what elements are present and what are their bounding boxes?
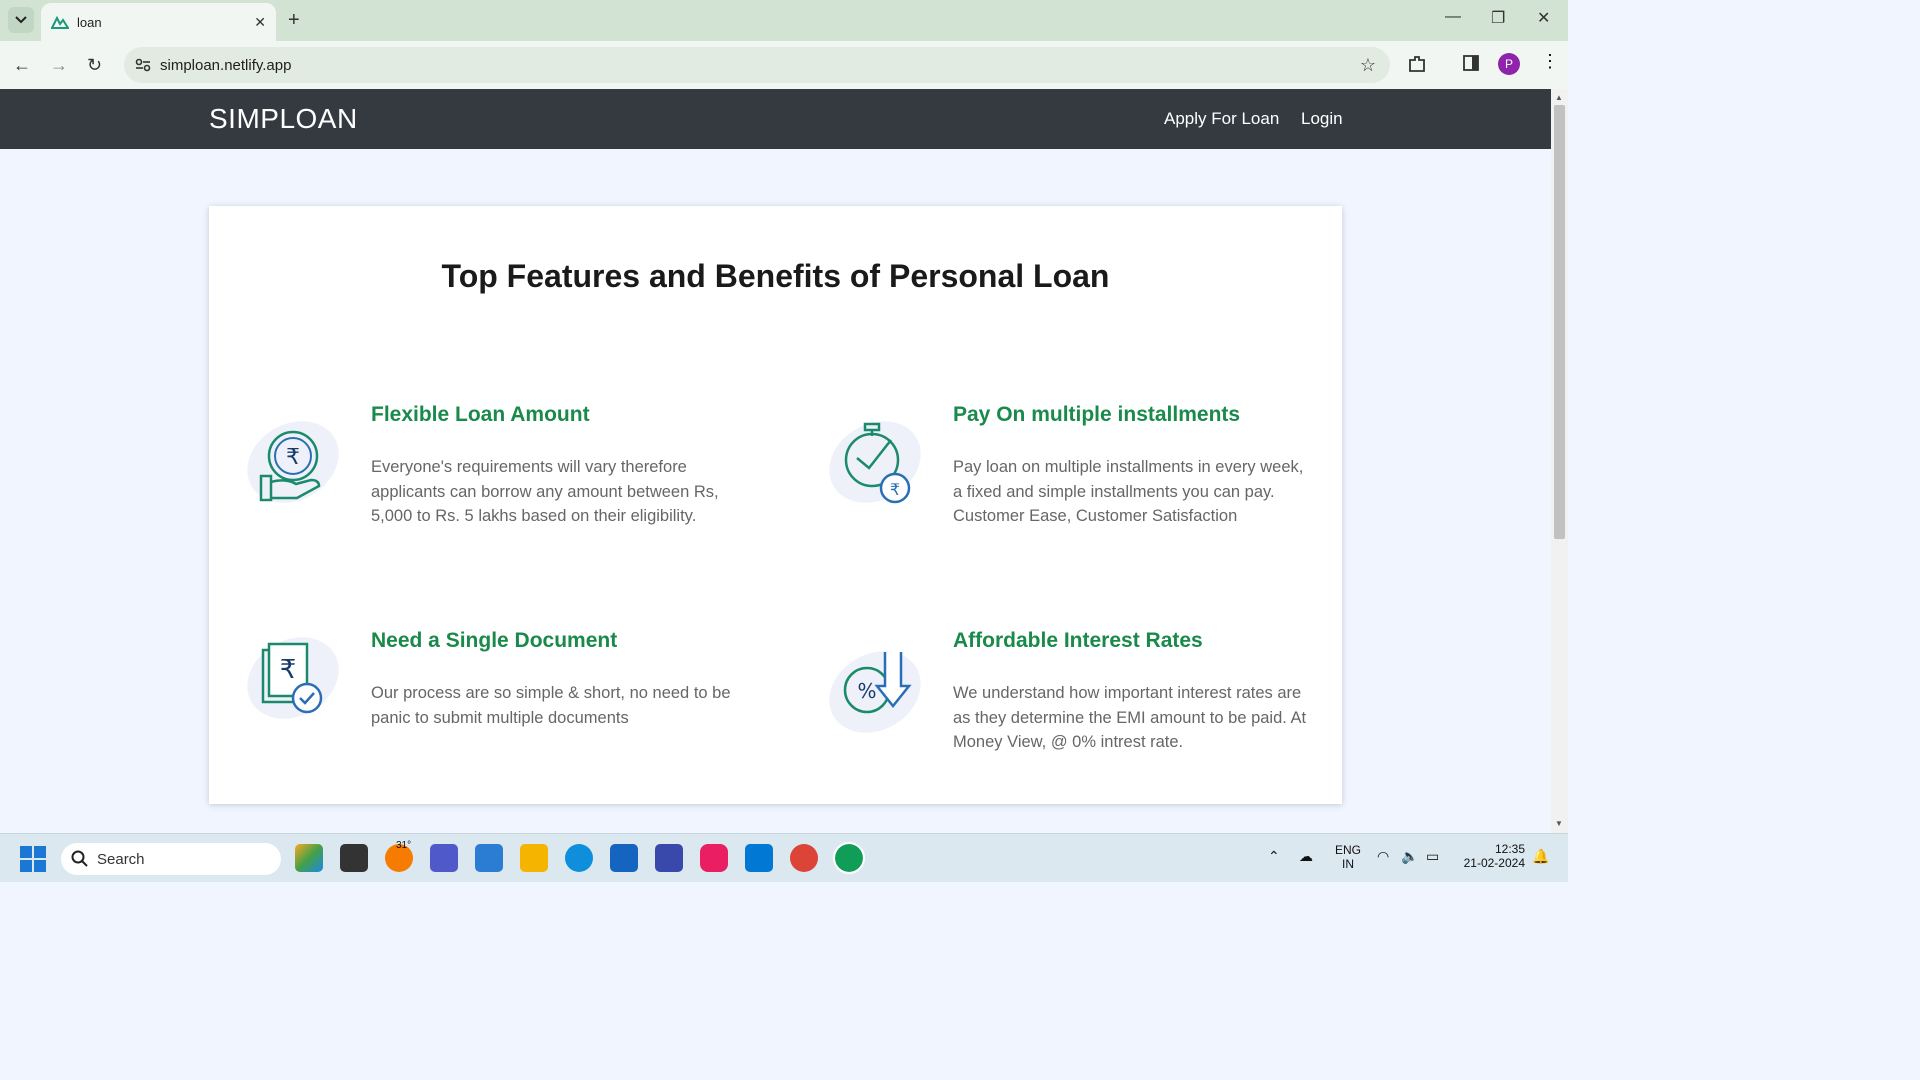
document-check-icon: ₹: [241, 632, 341, 732]
feature-text: We understand how important interest rat…: [953, 684, 1307, 751]
feature-text: Everyone's requirements will vary theref…: [371, 458, 719, 525]
new-tab-button[interactable]: +: [288, 9, 300, 32]
back-arrow-icon[interactable]: ←: [13, 55, 31, 76]
lang-line1: ENG: [1334, 843, 1361, 857]
search-label: Search: [97, 850, 145, 868]
feature-title: Flexible Loan Amount: [371, 403, 590, 426]
svg-text:%: %: [857, 679, 876, 703]
terminal-app-icon[interactable]: [340, 844, 368, 872]
site-info-icon[interactable]: [134, 56, 152, 74]
reload-icon[interactable]: ↻: [87, 55, 102, 76]
feature-pay-installments: Pay On multiple installments Pay loan on…: [953, 403, 1313, 529]
windows-taskbar: Search 31° ⌃ ☁ ENG IN ◠ 🔈 ▭ 12:35 21-02-…: [0, 833, 1568, 882]
search-icon: [71, 850, 88, 867]
taskbar-search-box[interactable]: Search: [61, 843, 281, 875]
file-explorer-icon[interactable]: [520, 844, 548, 872]
tab-title: loan: [77, 14, 102, 30]
edge-browser-icon[interactable]: [565, 844, 593, 872]
tab-search-button[interactable]: [8, 7, 34, 33]
close-icon[interactable]: ✕: [254, 14, 266, 31]
page-viewport: SIMPLOAN Apply For Loan Login Top Featur…: [0, 89, 1551, 833]
volume-icon[interactable]: 🔈: [1401, 848, 1418, 865]
side-panel-icon[interactable]: [1462, 54, 1480, 77]
chevron-down-icon: [15, 16, 27, 24]
stopwatch-rupee-icon: ₹: [823, 416, 923, 516]
windows-start-icon[interactable]: [20, 846, 46, 877]
browser-toolbar: ← → ↻ simploan.netlify.app ☆ P ⋮: [0, 41, 1568, 89]
chevron-up-icon[interactable]: ⌃: [1268, 848, 1280, 865]
slack-app-icon[interactable]: [700, 844, 728, 872]
copilot-app-icon[interactable]: [295, 844, 323, 872]
nav-apply-for-loan-link[interactable]: Apply For Loan: [1164, 109, 1279, 129]
more-menu-icon[interactable]: ⋮: [1541, 51, 1559, 72]
teams-app-icon[interactable]: [430, 844, 458, 872]
svg-text:₹: ₹: [280, 655, 297, 685]
wifi-icon[interactable]: ◠: [1377, 848, 1389, 865]
feature-title: Pay On multiple installments: [953, 403, 1241, 426]
url-text: simploan.netlify.app: [160, 56, 292, 74]
extensions-icon[interactable]: [1407, 54, 1427, 79]
minimize-icon[interactable]: —: [1445, 8, 1461, 26]
chrome-app-icon[interactable]: [790, 844, 818, 872]
feature-single-document: Need a Single Document Our process are s…: [371, 629, 731, 730]
nav-login-link[interactable]: Login: [1301, 109, 1343, 129]
language-indicator[interactable]: ENG IN: [1334, 843, 1362, 871]
profile-avatar[interactable]: P: [1498, 53, 1520, 75]
vscode-app-icon[interactable]: [745, 844, 773, 872]
chrome-profile-app-icon[interactable]: [833, 842, 865, 874]
browser-tab[interactable]: loan ✕: [41, 3, 276, 41]
feature-text: Our process are so simple & short, no ne…: [371, 684, 731, 727]
site-favicon-icon: [51, 15, 69, 29]
bookmark-star-icon[interactable]: ☆: [1360, 55, 1376, 76]
address-bar[interactable]: simploan.netlify.app ☆: [124, 47, 1390, 83]
battery-icon[interactable]: ▭: [1426, 848, 1439, 865]
lang-line2: IN: [1342, 857, 1354, 871]
scroll-down-icon[interactable]: ▼: [1555, 819, 1563, 828]
weather-temp: 31°: [396, 840, 412, 851]
scroll-up-icon[interactable]: ▲: [1555, 93, 1563, 102]
forward-arrow-icon[interactable]: →: [50, 55, 68, 76]
clock[interactable]: 12:35 21-02-2024: [1455, 842, 1525, 870]
scroll-thumb[interactable]: [1554, 105, 1565, 539]
feature-title: Affordable Interest Rates: [953, 629, 1203, 652]
features-card: Top Features and Benefits of Personal Lo…: [209, 206, 1342, 804]
store-app-icon[interactable]: [610, 844, 638, 872]
percent-down-icon: %: [823, 646, 923, 746]
todo-app-icon[interactable]: [475, 844, 503, 872]
feature-flexible-loan: Flexible Loan Amount Everyone's requirem…: [371, 403, 731, 529]
site-navbar: SIMPLOAN Apply For Loan Login: [0, 89, 1551, 149]
clock-time: 12:35: [1494, 842, 1525, 856]
feature-text: Pay loan on multiple installments in eve…: [953, 458, 1304, 525]
clock-date: 21-02-2024: [1463, 856, 1525, 870]
editor-app-icon[interactable]: [655, 844, 683, 872]
feature-title: Need a Single Document: [371, 629, 618, 652]
page-scrollbar[interactable]: ▲ ▼: [1551, 89, 1568, 833]
section-title: Top Features and Benefits of Personal Lo…: [441, 258, 1110, 294]
rupee-hand-icon: ₹: [241, 416, 341, 516]
feature-interest-rates: Affordable Interest Rates We understand …: [953, 629, 1313, 755]
notification-bell-icon[interactable]: 🔔: [1532, 848, 1549, 865]
onedrive-icon[interactable]: ☁: [1299, 848, 1313, 865]
svg-text:₹: ₹: [286, 445, 300, 470]
restore-icon[interactable]: ❐: [1491, 8, 1505, 28]
browser-tab-bar: loan ✕ + — ❐ ✕: [0, 0, 1568, 41]
svg-text:₹: ₹: [890, 480, 900, 499]
window-close-icon[interactable]: ✕: [1537, 8, 1550, 28]
site-brand[interactable]: SIMPLOAN: [209, 103, 358, 135]
